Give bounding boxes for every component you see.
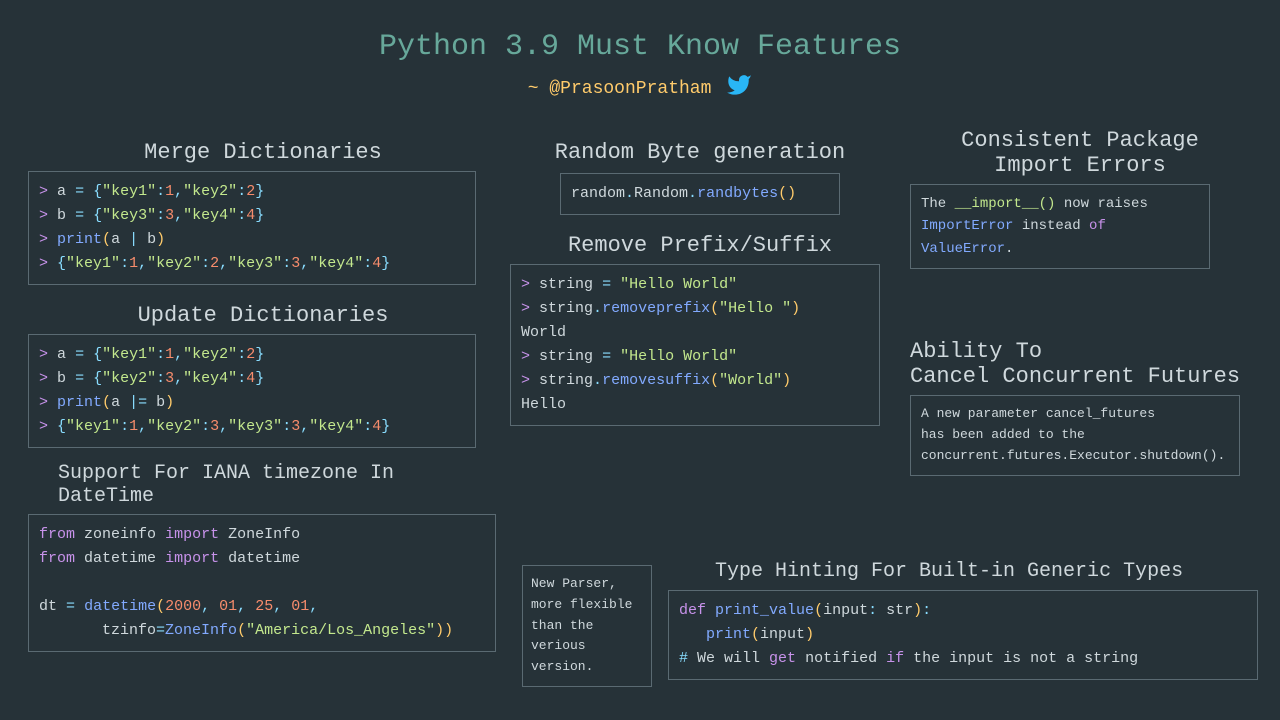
cancel-title: Ability To Cancel Concurrent Futures [910, 339, 1250, 389]
merge-title: Merge Dictionaries [28, 140, 498, 165]
author-handle: @PrasoonPratham [549, 79, 711, 99]
prefix-title: Remove Prefix/Suffix [510, 233, 890, 258]
author-line: ~ @PrasoonPratham [0, 72, 1280, 104]
page-title: Python 3.9 Must Know Features [0, 0, 1280, 64]
update-code: > a = {"key1":1,"key2":2} > b = {"key2":… [28, 334, 476, 448]
consistent-text: The __import__() now raises ImportError … [910, 184, 1210, 269]
rand-title: Random Byte generation [510, 140, 890, 165]
merge-code: > a = {"key1":1,"key2":2} > b = {"key3":… [28, 171, 476, 285]
parser-note: New Parser, more flexible than the verio… [522, 565, 652, 687]
cancel-text: A new parameter cancel_futures has been … [910, 395, 1240, 475]
update-title: Update Dictionaries [28, 303, 498, 328]
twitter-icon [726, 72, 752, 104]
iana-code: from zoneinfo import ZoneInfo from datet… [28, 514, 496, 652]
typehint-code: def print_value(input: str): print(input… [668, 590, 1258, 680]
typehint-title: Type Hinting For Built-in Generic Types [715, 560, 1183, 583]
prefix-code: > string = "Hello World" > string.remove… [510, 264, 880, 426]
iana-title: Support For IANA timezone In DateTime [28, 462, 498, 508]
author-prefix: ~ [528, 79, 550, 99]
rand-code: random.Random.randbytes() [560, 173, 840, 215]
consistent-title: Consistent Package Import Errors [910, 128, 1250, 178]
